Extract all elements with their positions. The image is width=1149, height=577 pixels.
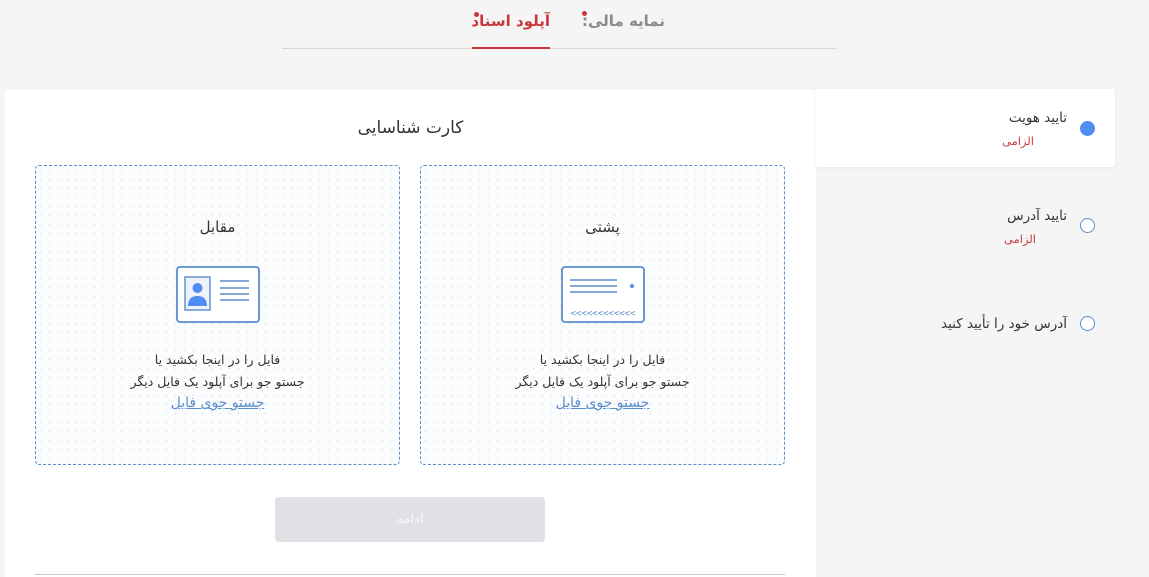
step-identity-required: الزامی xyxy=(1002,134,1034,148)
dropzone-back-instruction-2: جستو جو برای آپلود یک فایل دیگر xyxy=(515,374,690,389)
id-card-back-icon: <<<<<<<<<<<< xyxy=(561,266,645,328)
continue-button[interactable]: ادامه xyxy=(275,497,545,542)
tab-upload-label: آپلود اسناد xyxy=(471,12,550,30)
dropzone-back[interactable]: پشتی <<<<<<<<<<<< فایل را در اینجا بکشید… xyxy=(420,165,785,465)
browse-file-link-front[interactable]: جستو جوی فایل xyxy=(36,395,399,411)
panel-title-text: کارت شناسایی xyxy=(357,118,464,138)
svg-text:<<<<<<<<<<<<: <<<<<<<<<<<< xyxy=(570,309,636,319)
tab-finance-label: نمایه مالی: xyxy=(582,12,665,30)
panel-title: کارت شناسایی xyxy=(5,118,816,138)
browse-file-link-back[interactable]: جستو جوی فایل xyxy=(421,395,784,411)
tab-financial-profile[interactable]: نمایه مالی: xyxy=(582,10,665,48)
step-radio-icon[interactable] xyxy=(1080,218,1095,233)
step-identity-title: تایید هویت xyxy=(1008,110,1067,126)
tab-upload-documents[interactable]: آپلود اسناد xyxy=(471,10,550,49)
dropzone-front-instruction-2: جستو جو برای آپلود یک فایل دیگر xyxy=(130,374,305,389)
step-active-dot-icon[interactable] xyxy=(1080,121,1095,136)
divider xyxy=(35,574,785,575)
step-address-required: الزامی xyxy=(1004,232,1036,246)
dropzone-front-instruction: فایل را در اینجا بکشید یا xyxy=(154,352,281,367)
required-dot-icon xyxy=(474,12,479,17)
step-active-card xyxy=(816,89,1115,167)
dropzone-back-label: پشتی xyxy=(585,218,620,236)
step-radio-icon[interactable] xyxy=(1080,316,1095,331)
dropzone-front[interactable]: مقابل فایل را در اینجا بکشید یا جستو جو … xyxy=(35,165,400,465)
top-tabs: آپلود اسناد نمایه مالی: xyxy=(282,0,837,49)
id-card-front-icon xyxy=(176,266,260,328)
required-dot-icon xyxy=(582,11,587,16)
step-address-title: تایید آدرس xyxy=(1007,208,1067,224)
upload-panel: کارت شناسایی مقابل فایل را در اینجا بکشی… xyxy=(5,90,816,577)
dropzone-front-label: مقابل xyxy=(199,218,236,236)
dropzone-back-instruction: فایل را در اینجا بکشید یا xyxy=(539,352,666,367)
step-confirm-address-title: آدرس خود را تأیید کنید xyxy=(941,316,1067,332)
